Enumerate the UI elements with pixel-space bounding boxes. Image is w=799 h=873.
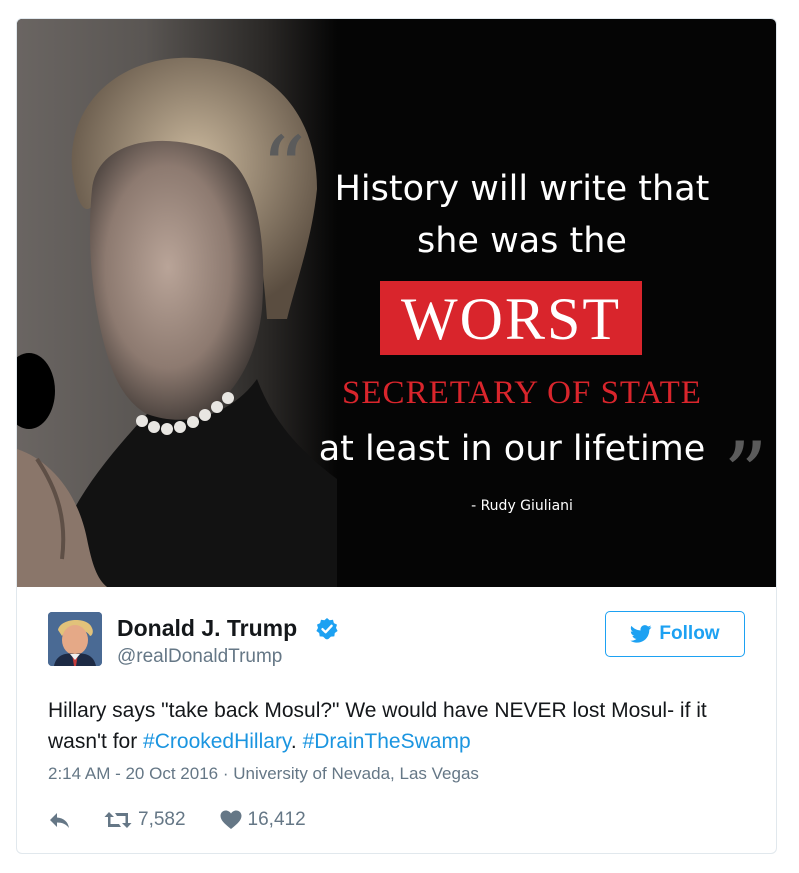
quote-line-last: at least in our lifetime bbox=[318, 429, 706, 469]
author-name[interactable]: Donald J. Trump bbox=[117, 615, 297, 642]
tweet-text: Hillary says "take back Mosul?" We would… bbox=[48, 695, 748, 757]
tweet-image[interactable]: “ History will write that she was the WO… bbox=[17, 19, 776, 587]
like-count: 16,412 bbox=[247, 809, 306, 830]
quote-attribution: - Rudy Giuliani bbox=[471, 498, 573, 514]
worst-text: WORST bbox=[401, 286, 621, 352]
author-handle[interactable]: @realDonaldTrump bbox=[117, 646, 282, 668]
tweet-actions: 7,582 16,412 bbox=[48, 807, 306, 833]
hashtag-draintheswamp[interactable]: #DrainTheSwamp bbox=[303, 730, 471, 753]
reply-icon bbox=[50, 813, 69, 828]
retweet-button[interactable]: 7,582 bbox=[104, 809, 186, 831]
like-button[interactable]: 16,412 bbox=[220, 809, 306, 831]
hashtag-crookedhillary[interactable]: #CrookedHillary bbox=[143, 730, 291, 753]
follow-label: Follow bbox=[659, 623, 720, 644]
retweet-count: 7,582 bbox=[138, 809, 186, 830]
follow-button[interactable]: Follow bbox=[605, 611, 745, 657]
verified-badge-icon bbox=[316, 618, 338, 640]
reply-button[interactable] bbox=[48, 810, 72, 830]
tweet-timestamp-location[interactable]: 2:14 AM - 20 Oct 2016 · University of Ne… bbox=[48, 764, 479, 784]
avatar[interactable] bbox=[48, 612, 102, 666]
quote-line-2: she was the bbox=[417, 221, 627, 261]
heart-icon bbox=[220, 810, 242, 829]
secretary-text: SECRETARY OF STATE bbox=[342, 375, 702, 411]
twitter-bird-icon bbox=[630, 625, 652, 643]
tweet-card: “ History will write that she was the WO… bbox=[16, 18, 777, 854]
quote-line-1: History will write that bbox=[334, 169, 710, 209]
retweet-icon bbox=[104, 812, 132, 828]
tweet-separator: . bbox=[290, 730, 303, 753]
